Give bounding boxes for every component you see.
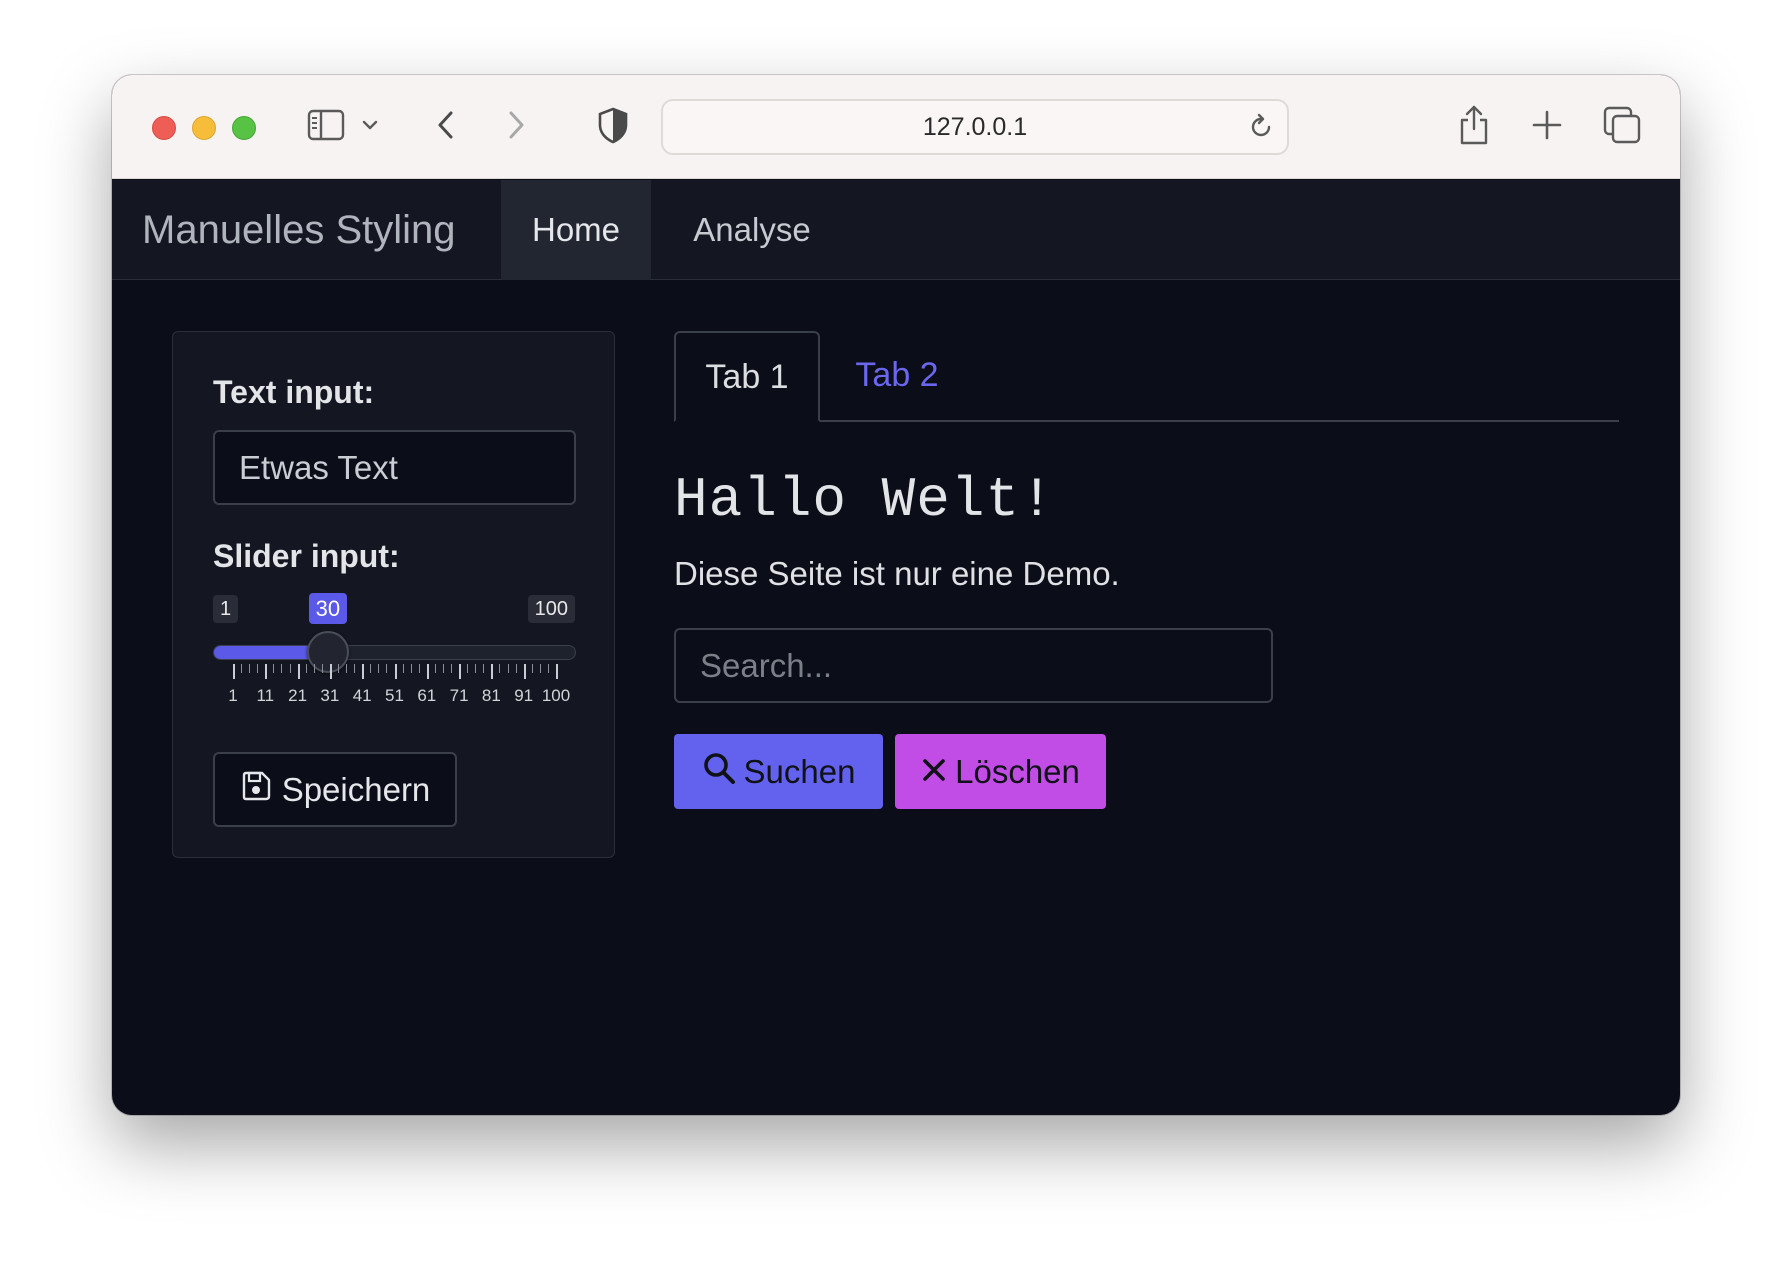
slider-minor-tick: [475, 664, 477, 673]
tabs-overview-icon[interactable]: [1602, 105, 1642, 145]
slider-minor-tick: [402, 664, 404, 673]
slider-major-tick: [233, 664, 235, 679]
slider-tick-label: 61: [417, 686, 437, 705]
slider-tick-label: 51: [385, 686, 404, 705]
close-window-button[interactable]: [152, 116, 176, 140]
browser-window: 127.0.0.1 Manuelles Styling Home Analyse…: [112, 75, 1680, 1115]
tab-1[interactable]: Tab 1: [674, 331, 820, 422]
slider-minor-tick: [273, 664, 275, 673]
search-input[interactable]: [674, 628, 1273, 703]
forward-icon[interactable]: [504, 105, 528, 145]
page-heading: Hallo Welt!: [674, 468, 1055, 532]
address-bar[interactable]: 127.0.0.1: [661, 99, 1289, 155]
search-button[interactable]: Suchen: [674, 734, 883, 809]
slider-major-tick: [362, 664, 365, 679]
slider-tick-label: 81: [481, 686, 501, 705]
search-icon: [702, 751, 736, 793]
save-button-label: Speichern: [281, 770, 431, 808]
delete-button[interactable]: Löschen: [895, 734, 1106, 809]
slider-major-tick: [265, 664, 268, 679]
slider-minor-tick: [515, 664, 517, 673]
slider-tick-label: 71: [449, 686, 469, 705]
page-subtext: Diese Seite ist nur eine Demo.: [674, 555, 1120, 592]
slider-minor-tick: [386, 664, 388, 673]
slider-minor-tick: [370, 664, 372, 673]
slider-minor-tick: [257, 664, 259, 673]
slider-minor-tick: [418, 664, 420, 673]
zoom-window-button[interactable]: [232, 116, 256, 140]
slider-min-badge: 1: [213, 595, 239, 623]
slider-major-tick: [491, 664, 494, 679]
slider-track[interactable]: [213, 645, 576, 660]
slider-minor-tick: [354, 664, 356, 673]
save-button[interactable]: Speichern: [213, 752, 457, 827]
slider-minor-tick: [313, 664, 315, 673]
tab-2[interactable]: Tab 2: [822, 331, 972, 422]
slider-max-badge: 100: [527, 595, 575, 623]
slider-input-label: Slider input:: [213, 538, 400, 574]
slider-minor-tick: [442, 664, 444, 673]
slider-major-tick: [556, 664, 558, 679]
share-icon[interactable]: [1457, 103, 1491, 147]
slider-minor-tick: [547, 664, 549, 673]
slider-minor-tick: [378, 664, 380, 673]
slider-tick-label: 21: [288, 686, 308, 705]
url-text: 127.0.0.1: [922, 113, 1028, 141]
search-button-label: Suchen: [743, 752, 856, 790]
slider-tick-label: 91: [514, 686, 534, 705]
shield-icon[interactable]: [596, 105, 630, 145]
back-icon[interactable]: [434, 105, 458, 145]
slider-tick-label: 11: [256, 686, 275, 705]
slider-tick-label: 31: [320, 686, 340, 705]
slider-minor-tick: [467, 664, 469, 673]
slider-minor-tick: [289, 664, 291, 673]
browser-toolbar: 127.0.0.1: [112, 75, 1680, 179]
navbar-brand[interactable]: Manuelles Styling: [142, 180, 456, 280]
text-input[interactable]: [213, 430, 576, 505]
slider-major-tick: [297, 664, 300, 679]
slider-minor-tick: [483, 664, 485, 673]
reload-icon[interactable]: [1247, 113, 1275, 146]
nav-item-analyse[interactable]: Analyse: [672, 180, 832, 280]
plus-icon[interactable]: [1530, 105, 1564, 145]
slider-value-badge: 30: [308, 593, 348, 624]
slider-minor-tick: [507, 664, 509, 673]
slider-tick-label: 41: [352, 686, 372, 705]
slider-ticks: 1 11 21 31 41 51 61 71 81 91 100: [213, 664, 576, 724]
slider-tick-label: 100: [541, 686, 571, 705]
delete-button-label: Löschen: [955, 752, 1080, 790]
slider-major-tick: [523, 664, 526, 679]
slider-minor-tick: [249, 664, 251, 673]
slider-minor-tick: [281, 664, 283, 673]
slider-minor-tick: [321, 664, 323, 673]
slider-minor-tick: [410, 664, 412, 673]
minimize-window-button[interactable]: [192, 116, 216, 140]
slider-major-tick: [394, 664, 397, 679]
slider-minor-tick: [539, 664, 541, 673]
slider-major-tick: [459, 664, 462, 679]
slider-minor-tick: [499, 664, 501, 673]
sidebar-panel: Text input: Slider input: 1 100 30 11121…: [172, 331, 615, 858]
close-icon: [921, 753, 947, 791]
slider-major-tick: [329, 664, 332, 679]
slider-minor-tick: [434, 664, 436, 673]
slider-minor-tick: [531, 664, 533, 673]
slider-tick-label: 1: [228, 686, 238, 705]
nav-item-home[interactable]: Home: [501, 180, 651, 280]
slider-minor-tick: [305, 664, 307, 673]
slider-minor-tick: [346, 664, 348, 673]
sidebar-toggle-icon[interactable]: [306, 105, 346, 145]
slider-minor-tick: [241, 664, 243, 673]
floppy-disk-icon: [240, 770, 272, 810]
slider-minor-tick: [337, 664, 339, 673]
text-input-label: Text input:: [213, 374, 375, 410]
slider-minor-tick: [451, 664, 453, 673]
app-navbar: Manuelles Styling Home Analyse: [112, 180, 1680, 280]
chevron-down-icon[interactable]: [360, 105, 380, 145]
slider-major-tick: [426, 664, 429, 679]
